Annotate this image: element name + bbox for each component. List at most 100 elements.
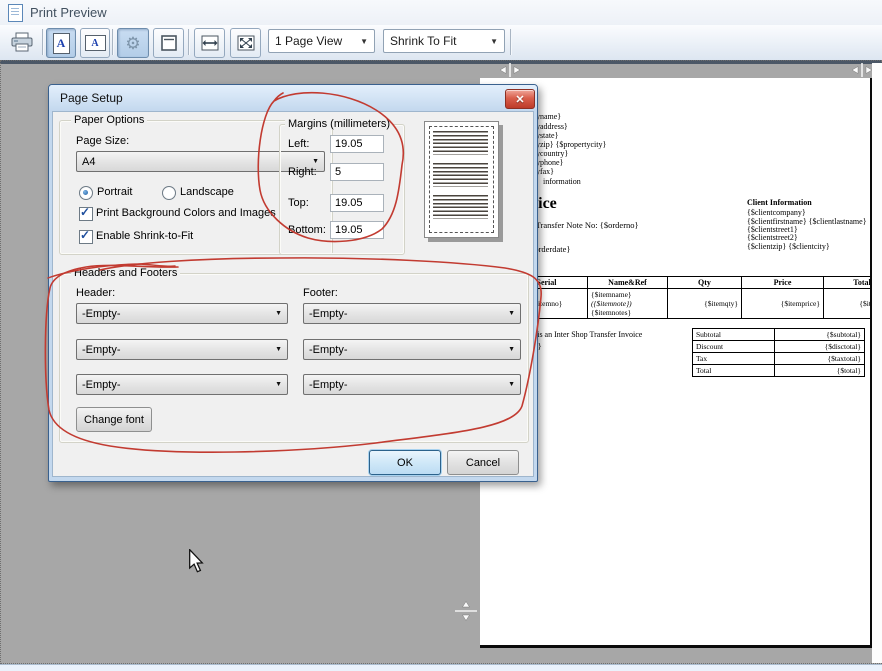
full-page-icon xyxy=(160,34,178,52)
chevron-down-icon: ▼ xyxy=(275,381,282,388)
horizontal-splitter-handle[interactable] xyxy=(849,63,875,77)
summary-row: Tax {$taxtotal} xyxy=(693,353,865,365)
page-view-select[interactable]: 1 Page View ▼ xyxy=(268,29,375,53)
vertical-splitter-handle[interactable] xyxy=(454,599,478,623)
fit-page-button[interactable] xyxy=(230,28,261,58)
doc-client-line: {$clientcompany} xyxy=(747,208,806,217)
footer-select-value: -Empty- xyxy=(309,308,348,320)
footer-select-value: -Empty- xyxy=(309,379,348,391)
toolbar: A A ⚙ xyxy=(0,25,882,61)
print-button[interactable] xyxy=(5,28,39,56)
paper-options-legend: Paper Options xyxy=(71,114,147,126)
footer-select-1[interactable]: -Empty- ▼ xyxy=(303,303,521,324)
summary-value: {$taxtotal} xyxy=(775,353,865,365)
summary-label: Total xyxy=(693,365,775,377)
portrait-label: Portrait xyxy=(97,186,132,198)
ok-button[interactable]: OK xyxy=(369,450,441,475)
enable-shrink-checkbox[interactable] xyxy=(79,230,93,244)
margin-bottom-input[interactable] xyxy=(330,221,384,239)
header-select-value: -Empty- xyxy=(82,344,121,356)
items-header-cell: Total xyxy=(824,277,873,289)
doc-property-line: information xyxy=(543,177,581,186)
margin-top-input[interactable] xyxy=(330,194,384,212)
item-qty-cell: {$itemqty} xyxy=(668,289,742,319)
margin-top-label: Top: xyxy=(288,197,309,209)
thumbnail-margin-border xyxy=(429,126,494,233)
dialog-title: Page Setup xyxy=(60,91,123,105)
toolbar-separator xyxy=(188,29,190,55)
item-price-cell: {$itemprice} xyxy=(742,289,824,319)
page-view-value: 1 Page View xyxy=(275,34,342,48)
margin-left-label: Left: xyxy=(288,138,309,150)
footer-select-value: -Empty- xyxy=(309,344,348,356)
shrink-to-fit-value: Shrink To Fit xyxy=(390,34,456,48)
landscape-radio[interactable] xyxy=(162,186,176,200)
fit-width-button[interactable] xyxy=(194,28,225,58)
footer-select-2[interactable]: -Empty- ▼ xyxy=(303,339,521,360)
chevron-down-icon: ▼ xyxy=(275,346,282,353)
items-header-cell: Name&Ref xyxy=(588,277,668,289)
header-select-value: -Empty- xyxy=(82,379,121,391)
full-page-view-button[interactable] xyxy=(153,28,184,58)
chevron-down-icon: ▼ xyxy=(508,381,515,388)
doc-client-heading: Client Information xyxy=(747,198,812,207)
doc-client-line: {$clientstreet2} xyxy=(747,233,798,242)
summary-row: Subtotal {$subtotal} xyxy=(693,329,865,341)
header-select-3[interactable]: -Empty- ▼ xyxy=(76,374,288,395)
page-size-label: Page Size: xyxy=(76,135,129,147)
margin-bottom-label: Bottom: xyxy=(288,224,326,236)
change-font-button[interactable]: Change font xyxy=(76,407,152,432)
summary-label: Subtotal xyxy=(693,329,775,341)
mouse-cursor xyxy=(188,549,204,573)
cancel-button[interactable]: Cancel xyxy=(447,450,519,475)
header-select-1[interactable]: -Empty- ▼ xyxy=(76,303,288,324)
portrait-button[interactable]: A xyxy=(46,28,76,58)
chevron-down-icon: ▼ xyxy=(482,37,498,46)
headers-footers-legend: Headers and Footers xyxy=(71,267,180,279)
horizontal-splitter-handle[interactable] xyxy=(497,63,523,77)
page-size-value: A4 xyxy=(82,156,95,168)
enable-shrink-label: Enable Shrink-to-Fit xyxy=(96,230,193,242)
items-header-row: Serial Name&Ref Qty Price Total xyxy=(506,277,873,289)
portrait-radio[interactable] xyxy=(79,186,93,200)
item-notes-line: {$itemnotes} xyxy=(591,308,664,317)
fit-page-icon xyxy=(237,35,255,51)
doc-note-line: This is an Inter Shop Transfer Invoice xyxy=(521,330,642,339)
margin-right-input[interactable] xyxy=(330,163,384,181)
print-preview-window: Print Preview A A ⚙ xyxy=(0,0,882,671)
window-titlebar: Print Preview xyxy=(0,0,882,26)
items-data-row: {$itemno} {$itemname} ({$itemnote}) {$it… xyxy=(506,289,873,319)
margins-legend: Margins (millimeters) xyxy=(285,118,393,130)
thumbnail-text-block xyxy=(433,163,488,187)
window-title: Print Preview xyxy=(30,5,107,20)
margin-left-input[interactable] xyxy=(330,135,384,153)
print-background-label: Print Background Colors and Images xyxy=(96,207,276,219)
item-name-cell: {$itemname} ({$itemnote}) {$itemnotes} xyxy=(588,289,668,319)
chevron-down-icon: ▼ xyxy=(508,346,515,353)
status-bar xyxy=(0,664,882,671)
landscape-page-icon: A xyxy=(85,35,106,51)
doc-summary-table: Subtotal {$subtotal} Discount {$disctota… xyxy=(692,328,865,377)
summary-label: Discount xyxy=(693,341,775,353)
doc-client-line: {$clientzip} {$clientcity} xyxy=(747,242,830,251)
items-header-cell: Qty xyxy=(668,277,742,289)
header-select-2[interactable]: -Empty- ▼ xyxy=(76,339,288,360)
doc-items-table: Serial Name&Ref Qty Price Total {$itemno… xyxy=(505,276,872,319)
summary-row: Discount {$disctotal} xyxy=(693,341,865,353)
dialog-titlebar[interactable]: Page Setup xyxy=(49,85,537,111)
page-setup-button[interactable]: ⚙ xyxy=(117,28,149,58)
footer-select-3[interactable]: -Empty- ▼ xyxy=(303,374,521,395)
close-button[interactable]: ✕ xyxy=(505,89,535,109)
landscape-button[interactable]: A xyxy=(80,28,110,58)
footer-label: Footer: xyxy=(303,287,338,299)
toolbar-separator xyxy=(42,29,44,55)
header-select-value: -Empty- xyxy=(82,308,121,320)
portrait-page-icon: A xyxy=(53,33,70,54)
summary-value: {$subtotal} xyxy=(775,329,865,341)
shrink-to-fit-select[interactable]: Shrink To Fit ▼ xyxy=(383,29,505,53)
print-background-checkbox[interactable] xyxy=(79,207,93,221)
page-preview-thumbnail xyxy=(424,121,499,238)
document-icon xyxy=(8,4,23,22)
chevron-down-icon: ▼ xyxy=(275,310,282,317)
landscape-label: Landscape xyxy=(180,186,234,198)
